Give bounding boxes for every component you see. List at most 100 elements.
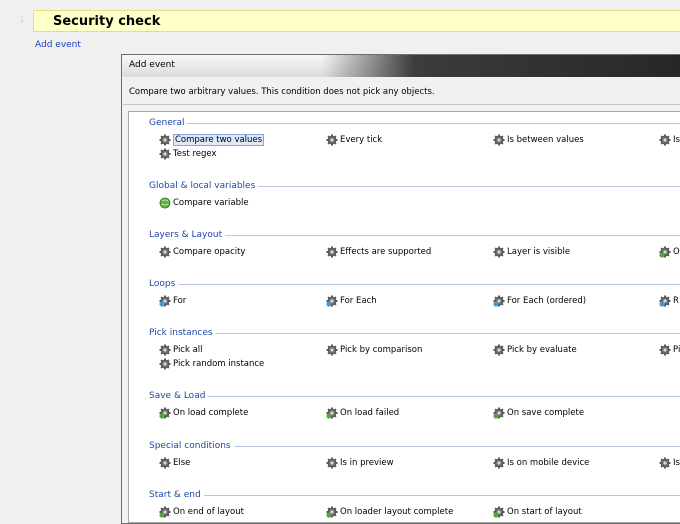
condition-on-load-failed[interactable]: On load failed [326, 406, 399, 419]
condition-label: On loader layout complete [340, 506, 454, 517]
gear-icon [159, 148, 171, 160]
gear-icon [326, 457, 338, 469]
add-event-link[interactable]: Add event [35, 40, 81, 50]
gear-trigger-icon [659, 246, 671, 258]
condition-is-in-preview[interactable]: Is in preview [326, 456, 394, 469]
category-layers-layout: Layers & Layout [149, 229, 680, 241]
category-title: Global & local variables [149, 181, 256, 191]
condition-on-loader-layout-complete[interactable]: On loader layout complete [326, 505, 453, 518]
condition-pick-truncated[interactable]: Pi [659, 343, 680, 356]
category-pick-instances: Pick instances [149, 327, 680, 339]
category-title: Special conditions [149, 441, 231, 451]
condition-for-each[interactable]: For Each [326, 294, 377, 307]
condition-label: Pick random instance [173, 358, 265, 369]
condition-repeat-truncated[interactable]: R [659, 294, 679, 307]
event-group-header[interactable]: Security check [33, 10, 680, 32]
condition-label: Is [673, 134, 680, 145]
condition-label: Effects are supported [340, 246, 432, 257]
condition-on-start-of-layout[interactable]: On start of layout [493, 505, 582, 518]
gear-icon [659, 134, 671, 146]
condition-label: For Each (ordered) [507, 295, 587, 306]
category-divider [208, 395, 680, 397]
category-title: Layers & Layout [149, 230, 223, 240]
condition-label: Is between values [507, 134, 584, 145]
condition-label: On load complete [173, 407, 249, 418]
condition-label: O [673, 246, 680, 257]
dialog-titlebar[interactable]: Add event [122, 55, 680, 77]
gear-icon [159, 134, 171, 146]
condition-label: Pick by evaluate [507, 344, 577, 355]
condition-for[interactable]: For [159, 294, 186, 307]
condition-effects-are-supported[interactable]: Effects are supported [326, 245, 431, 258]
condition-on-end-of-layout[interactable]: On end of layout [159, 505, 244, 518]
condition-on-load-complete[interactable]: On load complete [159, 406, 248, 419]
condition-label: Is on mobile device [507, 457, 590, 468]
condition-list[interactable]: General Compare two values Every tick Is… [128, 111, 680, 523]
event-line-number: 1 [19, 15, 25, 25]
category-title: Start & end [149, 490, 201, 500]
condition-label: Is [673, 457, 680, 468]
category-special-conditions: Special conditions [149, 440, 680, 452]
condition-compare-variable[interactable]: Compare variable [159, 196, 249, 209]
category-divider [215, 332, 680, 334]
condition-label: R [673, 295, 679, 306]
loop-icon [159, 295, 171, 307]
gear-trigger-icon [493, 506, 505, 518]
condition-on-save-complete[interactable]: On save complete [493, 406, 584, 419]
gear-icon [159, 457, 171, 469]
gear-icon [326, 246, 338, 258]
condition-pick-by-evaluate[interactable]: Pick by evaluate [493, 343, 577, 356]
category-global-local-variables: Global & local variables [149, 180, 680, 192]
category-start-end: Start & end [149, 489, 680, 501]
condition-label: For [173, 295, 187, 306]
condition-label: On end of layout [173, 506, 244, 517]
category-title: General [149, 118, 185, 128]
condition-pick-by-comparison[interactable]: Pick by comparison [326, 343, 422, 356]
gear-trigger-icon [159, 407, 171, 419]
condition-label: Compare variable [173, 197, 249, 208]
condition-on-truncated[interactable]: O [659, 245, 680, 258]
condition-description: Compare two arbitrary values. This condi… [129, 87, 435, 97]
condition-layer-is-visible[interactable]: Layer is visible [493, 245, 570, 258]
category-divider [187, 122, 680, 124]
add-event-dialog: Add event Compare two arbitrary values. … [121, 54, 680, 524]
gear-icon [493, 344, 505, 356]
loop-icon [326, 295, 338, 307]
gear-icon [493, 246, 505, 258]
condition-is-on-mobile-device[interactable]: Is on mobile device [493, 456, 589, 469]
category-divider [178, 283, 680, 285]
condition-pick-random-instance[interactable]: Pick random instance [159, 357, 264, 370]
category-divider [225, 234, 680, 236]
condition-label: Layer is visible [507, 246, 571, 257]
variable-globe-icon [159, 197, 171, 209]
titlebar-glass [322, 55, 680, 77]
condition-label: On start of layout [507, 506, 582, 517]
condition-is-truncated-2[interactable]: Is [659, 456, 680, 469]
gear-icon [159, 358, 171, 370]
condition-test-regex[interactable]: Test regex [159, 147, 216, 160]
condition-else[interactable]: Else [159, 456, 190, 469]
condition-for-each-ordered[interactable]: For Each (ordered) [493, 294, 586, 307]
condition-compare-two-values[interactable]: Compare two values [159, 133, 265, 146]
gear-icon [493, 457, 505, 469]
condition-pick-all[interactable]: Pick all [159, 343, 203, 356]
gear-trigger-icon [493, 407, 505, 419]
category-divider [203, 494, 680, 496]
condition-compare-opacity[interactable]: Compare opacity [159, 245, 245, 258]
gear-icon [159, 246, 171, 258]
description-bar: Compare two arbitrary values. This condi… [123, 78, 680, 105]
condition-label: On load failed [340, 407, 400, 418]
condition-is-between-values[interactable]: Is between values [493, 133, 584, 146]
condition-label: Pi [673, 344, 680, 355]
condition-label: Else [173, 457, 191, 468]
category-general: General [149, 117, 680, 129]
gear-icon [159, 344, 171, 356]
condition-every-tick[interactable]: Every tick [326, 133, 382, 146]
category-save-load: Save & Load [149, 390, 680, 402]
category-divider [233, 445, 680, 447]
gear-icon [493, 134, 505, 146]
category-divider [258, 185, 680, 187]
gear-trigger-icon [326, 407, 338, 419]
condition-is-truncated[interactable]: Is [659, 133, 680, 146]
gear-icon [659, 344, 671, 356]
